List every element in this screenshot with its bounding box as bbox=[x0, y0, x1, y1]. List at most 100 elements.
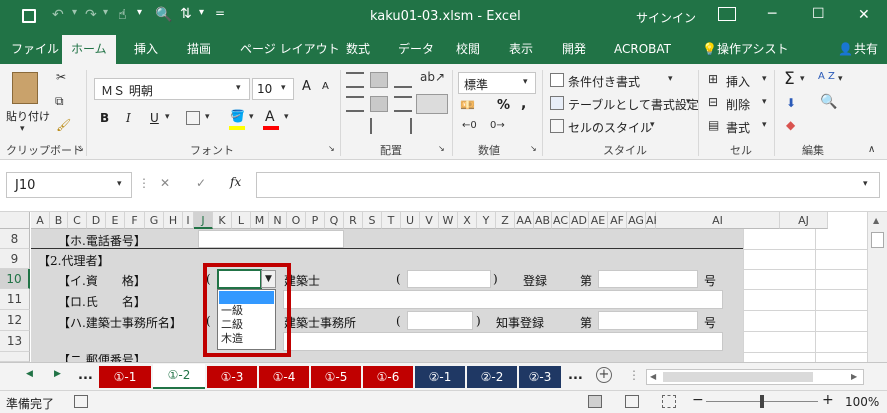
column-header[interactable]: Y bbox=[477, 212, 496, 229]
sheet-tab[interactable]: ①-4 bbox=[259, 366, 309, 388]
underline-button[interactable]: U bbox=[150, 111, 159, 125]
column-header[interactable]: D bbox=[87, 212, 106, 229]
sheet-tab[interactable]: ②-1 bbox=[415, 366, 465, 388]
sort-dropdown-icon[interactable]: ▾ bbox=[199, 7, 204, 18]
tab-formulas[interactable]: 数式 bbox=[346, 35, 370, 64]
column-header[interactable]: AC bbox=[552, 212, 570, 229]
chevron-down-icon[interactable]: ▾ bbox=[281, 83, 286, 93]
tab-draw[interactable]: 描画 bbox=[187, 35, 211, 64]
align-left-icon[interactable] bbox=[346, 96, 364, 112]
row-header[interactable]: 12 bbox=[0, 310, 30, 331]
chevron-down-icon[interactable]: ▾ bbox=[650, 120, 655, 130]
column-header[interactable]: Q bbox=[325, 212, 344, 229]
cancel-icon[interactable]: ✕ bbox=[160, 176, 170, 190]
restore-button[interactable]: ☐ bbox=[812, 6, 825, 22]
borders-icon[interactable] bbox=[186, 111, 200, 125]
grow-font-button[interactable]: A bbox=[302, 79, 311, 94]
chevron-down-icon[interactable]: ▾ bbox=[117, 179, 122, 189]
chevron-down-icon[interactable]: ▾ bbox=[523, 77, 528, 87]
touch-dropdown-icon[interactable]: ▾ bbox=[137, 7, 142, 18]
row-header[interactable]: 13 bbox=[0, 331, 30, 352]
tab-page-layout[interactable]: ページ レイアウト bbox=[240, 35, 340, 64]
zoom-out-button[interactable]: − bbox=[692, 392, 704, 408]
row-header[interactable] bbox=[0, 352, 30, 362]
normal-view-icon[interactable] bbox=[588, 395, 602, 408]
font-color-dropdown-icon[interactable]: ▾ bbox=[284, 112, 289, 122]
column-header[interactable]: N bbox=[269, 212, 287, 229]
merge-center-icon[interactable] bbox=[416, 94, 448, 114]
format-cells-button[interactable]: 書式 bbox=[726, 119, 750, 136]
name-box[interactable]: J10 ▾ bbox=[6, 172, 132, 198]
italic-button[interactable]: I bbox=[126, 111, 131, 125]
column-header[interactable]: AI bbox=[656, 212, 780, 229]
zoom-in-button[interactable]: + bbox=[822, 392, 834, 408]
conditional-format-button[interactable]: 条件付き書式 bbox=[568, 73, 640, 90]
sheet-tab-active[interactable]: ①-2 bbox=[153, 364, 205, 389]
column-header[interactable]: V bbox=[420, 212, 439, 229]
copy-icon[interactable]: ⧉ bbox=[55, 94, 64, 109]
comma-button[interactable]: , bbox=[521, 96, 526, 112]
autosum-button[interactable]: Σ bbox=[784, 69, 795, 89]
column-header[interactable]: AH bbox=[646, 212, 662, 229]
phone-input[interactable] bbox=[198, 230, 344, 248]
currency-icon[interactable]: 💴 bbox=[460, 98, 475, 112]
share-button[interactable]: 共有 bbox=[854, 35, 878, 64]
chevron-down-icon[interactable]: ▾ bbox=[800, 74, 805, 84]
column-header[interactable]: A bbox=[31, 212, 50, 229]
align-top-icon[interactable] bbox=[346, 72, 364, 88]
scroll-thumb[interactable] bbox=[663, 372, 813, 382]
save-icon[interactable] bbox=[22, 9, 36, 23]
column-header[interactable]: M bbox=[251, 212, 269, 229]
redo-icon[interactable]: ↷ bbox=[85, 7, 97, 23]
font-color-button[interactable]: A bbox=[265, 109, 275, 125]
decrease-indent-icon[interactable] bbox=[370, 118, 388, 134]
sheet-tab[interactable]: ②-3 bbox=[519, 366, 561, 388]
customize-qat-icon[interactable]: = bbox=[215, 6, 225, 20]
column-header[interactable]: K bbox=[213, 212, 232, 229]
row-header[interactable]: 8 bbox=[0, 229, 30, 249]
enter-icon[interactable]: ✓ bbox=[196, 176, 206, 190]
tab-file[interactable]: ファイル bbox=[11, 35, 59, 64]
paste-button[interactable]: 貼り付け bbox=[6, 108, 50, 124]
fill-color-icon[interactable]: 🪣 bbox=[230, 109, 245, 123]
signin-link[interactable]: サインイン bbox=[636, 9, 696, 26]
column-header[interactable]: Z bbox=[496, 212, 515, 229]
share-icon[interactable]: 👤 bbox=[838, 35, 853, 64]
row-header[interactable]: 11 bbox=[0, 289, 30, 310]
chevron-down-icon[interactable]: ▾ bbox=[762, 74, 767, 84]
insert-function-button[interactable]: fx bbox=[230, 175, 241, 189]
tab-view[interactable]: 表示 bbox=[509, 35, 533, 64]
column-header[interactable]: AE bbox=[589, 212, 608, 229]
undo-icon[interactable]: ↶ bbox=[52, 7, 64, 23]
close-button[interactable]: ✕ bbox=[858, 7, 870, 23]
column-header[interactable]: AD bbox=[570, 212, 589, 229]
registration-number-input[interactable] bbox=[598, 270, 698, 288]
column-header[interactable]: O bbox=[287, 212, 306, 229]
number-launcher-icon[interactable]: ↘ bbox=[530, 144, 537, 153]
tab-acrobat[interactable]: ACROBAT bbox=[614, 35, 671, 64]
scroll-right-icon[interactable]: ▶ bbox=[851, 372, 857, 381]
column-header[interactable]: P bbox=[306, 212, 325, 229]
scroll-left-icon[interactable]: ◀ bbox=[650, 372, 656, 381]
percent-button[interactable]: % bbox=[497, 98, 510, 113]
page-layout-view-icon[interactable] bbox=[625, 395, 639, 408]
format-as-table-button[interactable]: テーブルとして書式設定 bbox=[568, 96, 699, 113]
font-launcher-icon[interactable]: ↘ bbox=[328, 144, 335, 153]
sort-icon[interactable]: ⇅ bbox=[180, 6, 192, 22]
print-preview-icon[interactable]: 🔍 bbox=[155, 7, 172, 23]
column-header[interactable]: I bbox=[183, 212, 194, 229]
page-break-view-icon[interactable] bbox=[662, 395, 676, 408]
registration-prefecture-input[interactable] bbox=[407, 270, 491, 288]
redo-dropdown-icon[interactable]: ▾ bbox=[103, 7, 108, 18]
chevron-down-icon[interactable]: ▾ bbox=[686, 97, 691, 107]
column-header[interactable]: J bbox=[194, 212, 213, 229]
clear-icon[interactable]: ◆ bbox=[786, 118, 795, 132]
bold-button[interactable]: B bbox=[100, 111, 109, 125]
delete-cells-button[interactable]: 削除 bbox=[726, 96, 750, 113]
find-select-icon[interactable]: 🔍 bbox=[820, 94, 837, 110]
scroll-thumb[interactable] bbox=[871, 232, 884, 248]
underline-dropdown-icon[interactable]: ▾ bbox=[165, 112, 170, 122]
next-sheet-icon[interactable]: ▶ bbox=[54, 369, 61, 379]
font-name-box[interactable]: ＭＳ 明朝 ▾ bbox=[94, 78, 250, 100]
increase-indent-icon[interactable] bbox=[394, 118, 412, 134]
